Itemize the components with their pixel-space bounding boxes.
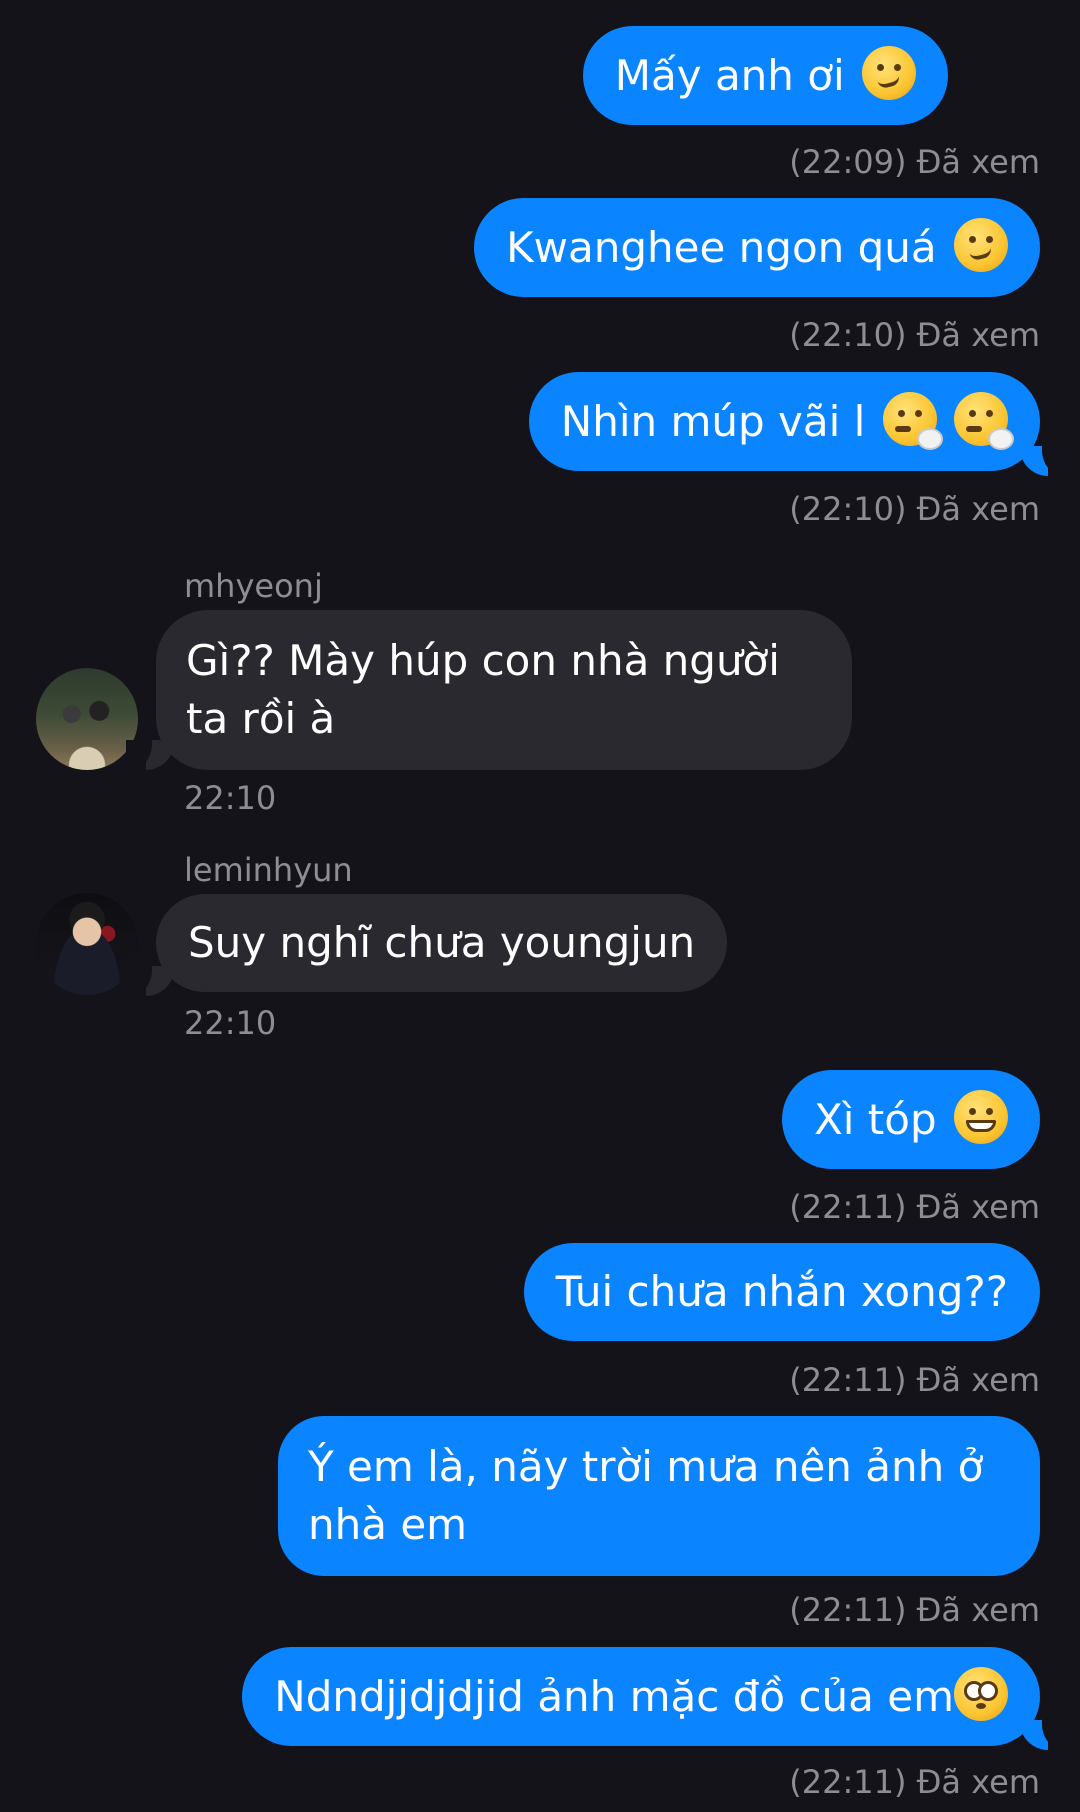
- bubble-tail: [126, 740, 174, 770]
- message-text: Mấy anh ơi: [614, 51, 845, 100]
- message-text: Xì tóp: [814, 1095, 937, 1144]
- message-text: Nhìn múp vãi l: [560, 397, 866, 446]
- message-text: Gì?? Mày húp con nhà người: [186, 636, 780, 685]
- outgoing-message[interactable]: Kwanghee ngon quá: [474, 198, 1040, 297]
- outgoing-message[interactable]: Ndndjjdjdjid ảnh mặc đồ của em: [242, 1647, 1040, 1746]
- message-time: 22:10: [184, 779, 277, 817]
- sender-name: mhyeonj: [184, 567, 323, 605]
- message-text: ta rồi à: [186, 694, 336, 743]
- incoming-message[interactable]: Suy nghĩ chưa youngjun: [156, 894, 728, 992]
- woozy-face-icon: [954, 218, 1008, 272]
- outgoing-message[interactable]: Mấy anh ơi: [582, 26, 948, 125]
- sender-name: leminhyun: [184, 851, 353, 889]
- message-text: nhà em: [308, 1500, 468, 1549]
- avatar[interactable]: [36, 668, 138, 770]
- message-time: 22:10: [184, 1004, 277, 1042]
- face-with-steam-icon: [954, 392, 1014, 450]
- bubble-tail: [126, 966, 174, 996]
- message-text: Ndndjjdjdjid ảnh mặc đồ của em: [274, 1672, 954, 1721]
- incoming-message[interactable]: Gì?? Mày húp con nhà người ta rồi à: [156, 610, 852, 770]
- message-text: Tui chưa nhắn xong??: [555, 1267, 1008, 1316]
- grinning-face-icon: [954, 1090, 1008, 1144]
- message-status: (22:09) Đã xem: [789, 143, 1040, 181]
- outgoing-message[interactable]: Ý em là, nãy trời mưa nên ảnh ở nhà em: [278, 1416, 1040, 1576]
- message-text: Kwanghee ngon quá: [506, 223, 937, 272]
- avatar[interactable]: [36, 893, 138, 995]
- outgoing-message[interactable]: Tui chưa nhắn xong??: [523, 1243, 1040, 1341]
- flushed-face-icon: [954, 1667, 1008, 1721]
- message-text: Ý em là, nãy trời mưa nên ảnh ở: [308, 1442, 984, 1491]
- message-status: (22:11) Đã xem: [789, 1591, 1040, 1629]
- drooling-face-icon: [862, 46, 916, 100]
- outgoing-message[interactable]: Nhìn múp vãi l: [528, 372, 1040, 471]
- bubble-tail: [1020, 1720, 1068, 1750]
- message-status: (22:10) Đã xem: [789, 316, 1040, 354]
- message-status: (22:10) Đã xem: [789, 490, 1040, 528]
- message-status: (22:11) Đã xem: [789, 1188, 1040, 1226]
- message-status: (22:11) Đã xem: [789, 1361, 1040, 1399]
- message-status: (22:11) Đã xem: [789, 1763, 1040, 1801]
- bubble-tail: [1020, 446, 1068, 476]
- message-text: Suy nghĩ chưa youngjun: [188, 918, 696, 967]
- face-with-steam-icon: [882, 392, 943, 450]
- outgoing-message[interactable]: Xì tóp: [782, 1070, 1040, 1169]
